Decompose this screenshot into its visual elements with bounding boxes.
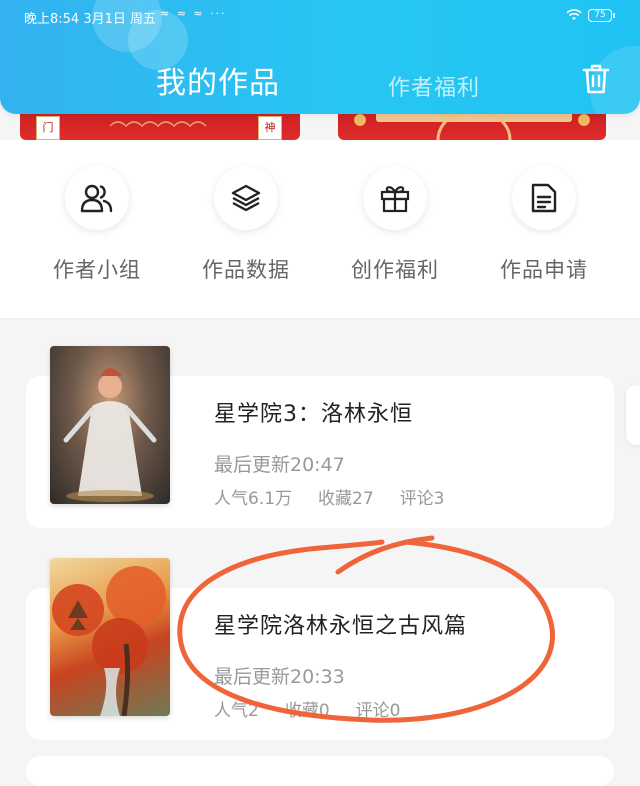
document-icon — [531, 183, 557, 213]
work-cover-image[interactable] — [50, 558, 170, 716]
action-icon-circle — [65, 166, 129, 230]
tab-my-works[interactable]: 我的作品 — [156, 58, 280, 102]
work-favorites: 收藏0 — [284, 701, 330, 721]
users-icon — [80, 184, 113, 213]
work-last-updated: 最后更新20:47 — [214, 454, 345, 476]
work-popularity: 人气6.1万 — [214, 489, 293, 509]
action-icon-circle — [512, 166, 576, 230]
work-title: 星学院3：洛林永恒 — [214, 402, 413, 427]
layers-icon — [231, 184, 261, 212]
action-label: 作者小组 — [53, 258, 141, 282]
work-favorites: 收藏27 — [318, 489, 374, 509]
app-header: 晚上8:54 3月1日 周五 ≈ ≈ ≈ ··· 75 我的作品 作者福利 — [0, 0, 640, 114]
banner-char: 神 — [258, 116, 282, 140]
cover-illustration — [52, 566, 166, 716]
work-stats: 人气6.1万 收藏27 评论3 — [214, 484, 471, 509]
action-icon-circle — [363, 166, 427, 230]
quick-actions-panel: 作者小组 作品数据 创作福利 作品申请 — [0, 140, 640, 319]
trash-icon[interactable] — [580, 62, 612, 96]
side-edge-handle[interactable] — [626, 385, 640, 445]
work-popularity: 人气2 — [214, 701, 259, 721]
wifi-icon — [566, 9, 582, 20]
status-bar: 晚上8:54 3月1日 周五 ≈ ≈ ≈ ··· 75 — [0, 0, 640, 32]
notification-icons: ≈ ≈ ≈ ··· — [160, 7, 227, 20]
work-card-partial[interactable] — [26, 756, 614, 786]
gift-icon — [380, 186, 410, 213]
work-stats: 人气2 收藏0 评论0 — [214, 696, 426, 721]
action-work-data[interactable]: 作品数据 — [181, 166, 311, 284]
banner-char: 门 — [36, 116, 60, 140]
action-label: 作品数据 — [202, 258, 290, 282]
status-time-date: 晚上8:54 3月1日 周五 — [24, 12, 156, 27]
tab-author-benefits[interactable]: 作者福利 — [388, 70, 480, 102]
work-card[interactable]: 星学院3：洛林永恒 最后更新20:47 人气6.1万 收藏27 评论3 — [26, 346, 614, 528]
action-icon-circle — [214, 166, 278, 230]
battery-icon: 75 — [588, 9, 615, 22]
work-last-updated: 最后更新20:33 — [214, 666, 345, 688]
work-card[interactable]: 星学院洛林永恒之古风篇 最后更新20:33 人气2 收藏0 评论0 — [26, 558, 614, 740]
action-creation-benefits[interactable]: 创作福利 — [330, 166, 460, 284]
work-comments: 评论0 — [355, 701, 401, 721]
cover-illustration — [63, 368, 157, 502]
action-label: 作品申请 — [500, 258, 588, 282]
work-title: 星学院洛林永恒之古风篇 — [214, 614, 468, 639]
action-work-application[interactable]: 作品申请 — [479, 166, 609, 284]
action-label: 创作福利 — [351, 258, 439, 282]
work-cover-image[interactable] — [50, 346, 170, 504]
action-author-group[interactable]: 作者小组 — [32, 166, 162, 284]
work-comments: 评论3 — [399, 489, 445, 509]
